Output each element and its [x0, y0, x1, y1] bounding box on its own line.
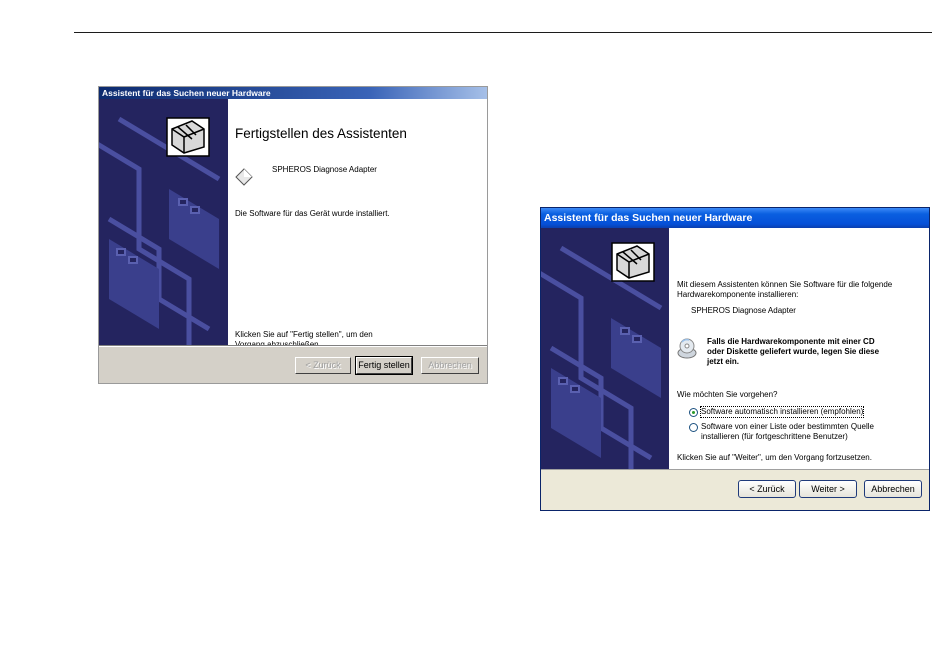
option-auto-label[interactable]: Software automatisch installieren (empfo…	[699, 406, 865, 418]
intro-line-1: Mit diesem Assistenten können Sie Softwa…	[677, 280, 893, 289]
dialog-content: Fertigstellen des Assistenten SPHEROS Di…	[166, 99, 487, 349]
option-auto-radio[interactable]	[689, 408, 698, 417]
option-manual-radio[interactable]	[689, 423, 698, 432]
option-manual-line-2[interactable]: installieren (für fortgeschrittene Benut…	[701, 432, 848, 442]
dialog-content: Mit diesem Assistenten können Sie Softwa…	[611, 228, 929, 470]
cd-hint-line-1: Falls die Hardwarekomponente mit einer C…	[707, 337, 875, 346]
device-diamond-icon	[235, 168, 253, 186]
back-button[interactable]: < Zurück	[295, 357, 351, 374]
cd-icon	[677, 338, 697, 359]
dialog-footer: < Zurück Fertig stellen Abbrechen	[99, 346, 487, 383]
dialog-title: Assistent für das Suchen neuer Hardware	[541, 208, 929, 228]
cd-hint-line-3: jetzt ein.	[707, 357, 740, 366]
question-label: Wie möchten Sie vorgehen?	[677, 390, 778, 399]
wizard-complete-dialog: Assistent für das Suchen neuer Hardware	[98, 86, 488, 384]
finish-button[interactable]: Fertig stellen	[355, 356, 413, 375]
page-rule	[74, 32, 932, 33]
instruction-line-1: Klicken Sie auf "Fertig stellen", um den	[235, 330, 373, 339]
wizard-heading: Fertigstellen des Assistenten	[235, 126, 407, 141]
hardware-box-icon	[611, 242, 655, 282]
hardware-box-icon	[166, 117, 210, 157]
dialog-footer: < Zurück Weiter > Abbrechen	[541, 469, 929, 510]
next-button[interactable]: Weiter >	[799, 480, 857, 498]
device-name: SPHEROS Diagnose Adapter	[272, 165, 377, 174]
intro-line-2: Hardwarekomponente installieren:	[677, 290, 799, 299]
dialog-title: Assistent für das Suchen neuer Hardware	[99, 87, 487, 99]
cancel-button[interactable]: Abbrechen	[864, 480, 922, 498]
status-text: Die Software für das Gerät wurde install…	[235, 209, 390, 218]
continue-text: Klicken Sie auf "Weiter", um den Vorgang…	[677, 453, 872, 462]
back-button[interactable]: < Zurück	[738, 480, 796, 498]
option-manual-line-1[interactable]: Software von einer Liste oder bestimmten…	[701, 422, 874, 432]
wizard-start-dialog: Assistent für das Suchen neuer Hardware	[540, 207, 930, 511]
device-name: SPHEROS Diagnose Adapter	[691, 306, 796, 315]
cd-hint-line-2: oder Diskette geliefert wurde, legen Sie…	[707, 347, 880, 356]
cancel-button[interactable]: Abbrechen	[421, 357, 479, 374]
